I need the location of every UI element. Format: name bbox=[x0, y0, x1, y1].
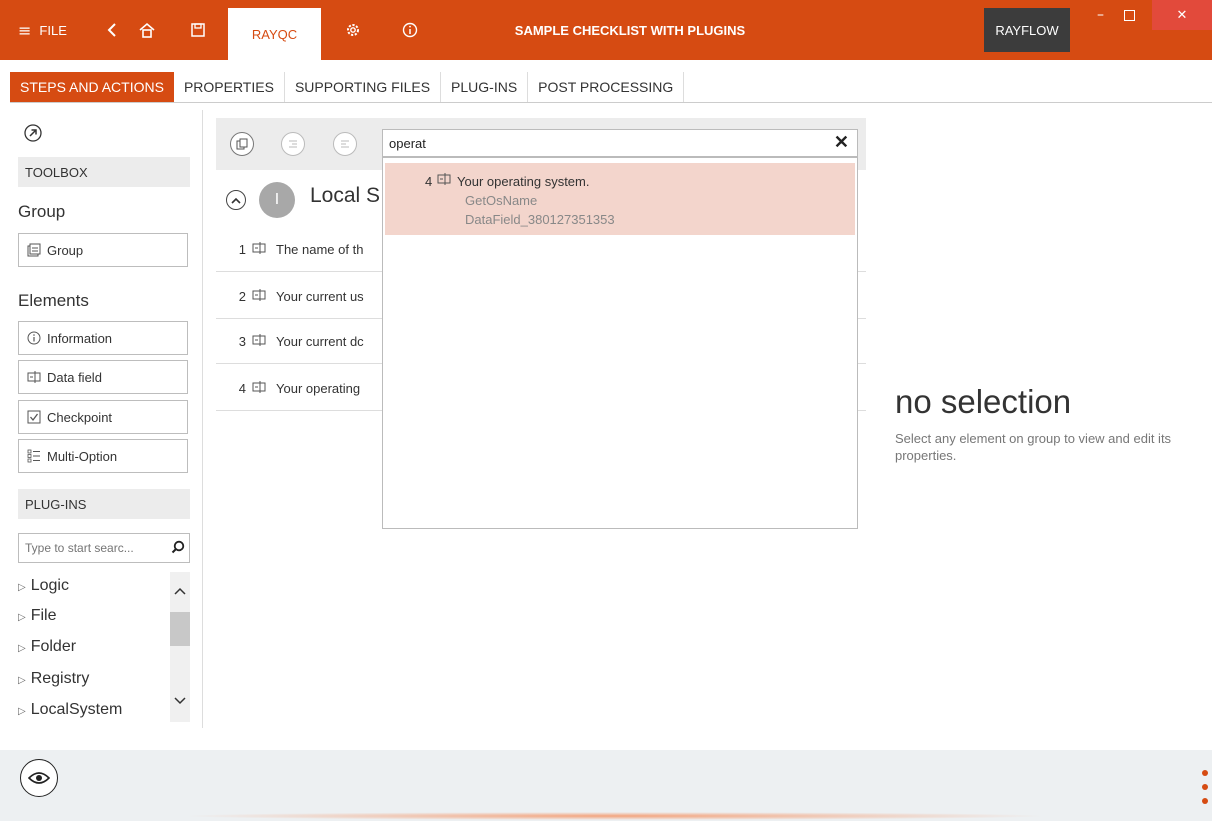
data-field-icon bbox=[252, 242, 266, 257]
tree-item-localsystem-clip: ▷ LocalSystem bbox=[18, 701, 168, 721]
file-menu-label: FILE bbox=[39, 22, 67, 38]
toolbox-header: TOOLBOX bbox=[18, 157, 190, 187]
group-title[interactable]: Local S bbox=[310, 184, 380, 208]
tab-divider bbox=[10, 102, 1212, 103]
clear-search-icon[interactable]: ✕ bbox=[834, 132, 849, 153]
title-bar: ≡ FILE RAYQC SAMPLE CHECKLIST WITH PLUGI… bbox=[0, 0, 1212, 60]
tab-properties[interactable]: PROPERTIES bbox=[174, 72, 285, 102]
rayflow-button[interactable]: RAYFLOW bbox=[984, 8, 1070, 52]
search-icon[interactable] bbox=[171, 539, 185, 558]
group-badge: I bbox=[259, 182, 295, 218]
back-icon[interactable] bbox=[106, 0, 118, 60]
data-field-icon bbox=[252, 381, 266, 396]
left-panel-divider bbox=[202, 110, 203, 728]
tree-item-registry[interactable]: ▷ Registry bbox=[18, 670, 89, 688]
indent-button[interactable] bbox=[281, 132, 305, 156]
hamburger-icon: ≡ bbox=[18, 20, 32, 40]
tree-item-folder[interactable]: ▷ Folder bbox=[18, 638, 76, 656]
expand-arrow-icon: ▷ bbox=[18, 643, 26, 654]
tree-item-file[interactable]: ▷ File bbox=[18, 607, 56, 625]
plugin-tree-scrollbar[interactable] bbox=[170, 572, 190, 722]
tab-plug-ins[interactable]: PLUG-INS bbox=[441, 72, 529, 102]
result-field: DataField_380127351353 bbox=[465, 212, 615, 227]
add-multi-option-button[interactable]: Multi-Option bbox=[18, 439, 188, 473]
data-field-icon bbox=[27, 370, 41, 384]
information-label: Information bbox=[47, 330, 113, 346]
outdent-icon bbox=[341, 140, 349, 148]
data-field-icon bbox=[252, 289, 266, 304]
home-icon[interactable] bbox=[138, 0, 156, 60]
file-menu-button[interactable]: ≡ FILE bbox=[18, 0, 67, 60]
tab-post-processing[interactable]: POST PROCESSING bbox=[528, 72, 685, 102]
save-icon[interactable] bbox=[190, 0, 206, 60]
properties-empty-title: no selection bbox=[895, 383, 1072, 420]
result-plugin: GetOsName bbox=[465, 193, 538, 208]
document-title: SAMPLE CHECKLIST WITH PLUGINS bbox=[514, 22, 746, 38]
data-field-label: Data field bbox=[47, 369, 102, 385]
settings-icon[interactable] bbox=[345, 0, 361, 60]
copy-icon bbox=[236, 138, 248, 150]
multi-option-label: Multi-Option bbox=[47, 448, 118, 464]
expand-arrow-icon: ▷ bbox=[18, 582, 26, 593]
scroll-thumb[interactable] bbox=[170, 612, 190, 646]
tree-item-logic[interactable]: ▷ Logic bbox=[18, 577, 69, 595]
eye-icon bbox=[28, 772, 50, 784]
step-search-query: operat bbox=[389, 135, 426, 151]
info-icon[interactable] bbox=[402, 0, 418, 60]
group-icon bbox=[27, 243, 41, 257]
list-icon bbox=[27, 449, 41, 463]
result-number: 4 bbox=[425, 174, 433, 189]
preview-button[interactable] bbox=[20, 759, 58, 797]
expand-arrow-icon: ▷ bbox=[18, 706, 26, 717]
expand-arrow-icon: ▷ bbox=[18, 612, 26, 623]
data-field-icon bbox=[252, 334, 266, 349]
app-tab-rayqc[interactable]: RAYQC bbox=[228, 8, 321, 60]
main-tabs: STEPS AND ACTIONS PROPERTIES SUPPORTING … bbox=[10, 72, 685, 102]
checkbox-icon bbox=[27, 410, 41, 424]
minimize-button[interactable]: – bbox=[1097, 0, 1104, 30]
indent-icon bbox=[289, 140, 297, 148]
checkpoint-label: Checkpoint bbox=[47, 409, 113, 425]
step-search-input[interactable]: operat ✕ bbox=[382, 129, 858, 157]
tab-supporting-files[interactable]: SUPPORTING FILES bbox=[285, 72, 442, 102]
search-results-popup: 4 Your operating system. GetOsName DataF… bbox=[382, 157, 858, 529]
bottom-glow bbox=[180, 812, 1050, 820]
group-section-label: Group bbox=[18, 202, 66, 221]
properties-empty-description: Select any element on group to view and … bbox=[895, 431, 1172, 463]
add-checkpoint-button[interactable]: Checkpoint bbox=[18, 400, 188, 434]
tab-steps-and-actions[interactable]: STEPS AND ACTIONS bbox=[10, 72, 174, 102]
expand-arrow-icon: ▷ bbox=[18, 675, 26, 686]
bottom-bar bbox=[0, 750, 1212, 821]
copy-button[interactable] bbox=[230, 132, 254, 156]
maximize-button[interactable] bbox=[1124, 0, 1135, 30]
plugin-search-input[interactable] bbox=[23, 540, 167, 556]
add-group-label: Group bbox=[47, 242, 84, 258]
search-result-item[interactable]: 4 Your operating system. GetOsName DataF… bbox=[385, 163, 855, 235]
close-icon: ✕ bbox=[1176, 7, 1188, 23]
add-data-field-button[interactable]: Data field bbox=[18, 360, 188, 394]
close-window-button[interactable]: ✕ bbox=[1152, 0, 1212, 30]
chevron-up-icon bbox=[231, 197, 241, 204]
add-group-button[interactable]: Group bbox=[18, 233, 188, 267]
information-icon bbox=[27, 331, 41, 345]
plugin-search bbox=[18, 533, 190, 563]
popout-icon[interactable] bbox=[24, 124, 42, 146]
elements-section-label: Elements bbox=[18, 291, 89, 310]
collapse-group-button[interactable] bbox=[226, 190, 246, 210]
outdent-button[interactable] bbox=[333, 132, 357, 156]
tree-item-localsystem[interactable]: ▷ LocalSystem bbox=[18, 701, 168, 719]
result-title: Your operating system. bbox=[457, 174, 590, 189]
add-information-button[interactable]: Information bbox=[18, 321, 188, 355]
data-field-icon bbox=[437, 173, 451, 188]
plugins-header: PLUG-INS bbox=[18, 489, 190, 519]
more-options-icon[interactable] bbox=[1202, 770, 1210, 804]
scroll-up-icon[interactable] bbox=[174, 580, 186, 599]
scroll-down-icon[interactable] bbox=[174, 690, 186, 709]
